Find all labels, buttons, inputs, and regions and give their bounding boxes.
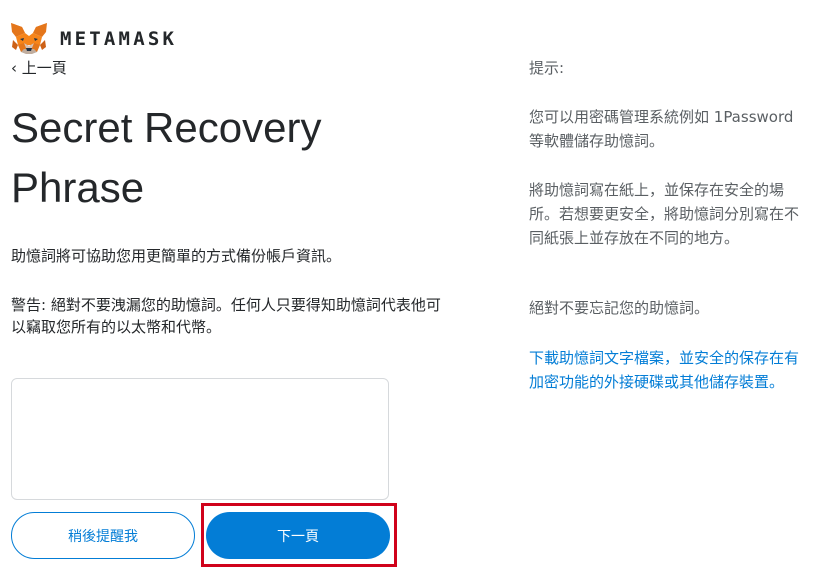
tips-title: 提示: — [529, 59, 565, 77]
download-phrase-link[interactable]: 下載助憶詞文字檔案，並安全的保存在有加密功能的外接硬碟或其他儲存裝置。 — [529, 346, 809, 394]
page-description: 助憶詞將可協助您用更簡單的方式備份帳戶資訊。 — [11, 247, 342, 265]
metamask-fox-icon — [11, 23, 47, 54]
tip-password-manager: 您可以用密碼管理系統例如 1Password 等軟體儲存助憶詞。 — [529, 108, 794, 150]
back-link[interactable]: ‹ 上一頁 — [11, 58, 67, 78]
secret-phrase-box[interactable] — [11, 378, 389, 500]
warning-text: 警告: 絕對不要洩漏您的助憶詞。任何人只要得知助憶詞代表他可以竊取您所有的以太幣… — [11, 296, 441, 336]
brand-wordmark: METAMASK — [60, 27, 178, 50]
tip-write-on-paper: 將助憶詞寫在紙上，並保存在安全的場所。若想要更安全，將助憶詞分別寫在不同紙張上並… — [529, 181, 800, 247]
next-button[interactable]: 下一頁 — [206, 512, 390, 559]
tip-never-forget: 絕對不要忘記您的助憶詞。 — [529, 299, 710, 317]
page-title: Secret Recovery Phrase — [11, 104, 322, 211]
remind-later-button[interactable]: 稍後提醒我 — [11, 512, 195, 559]
metamask-logo: METAMASK — [10, 22, 177, 56]
